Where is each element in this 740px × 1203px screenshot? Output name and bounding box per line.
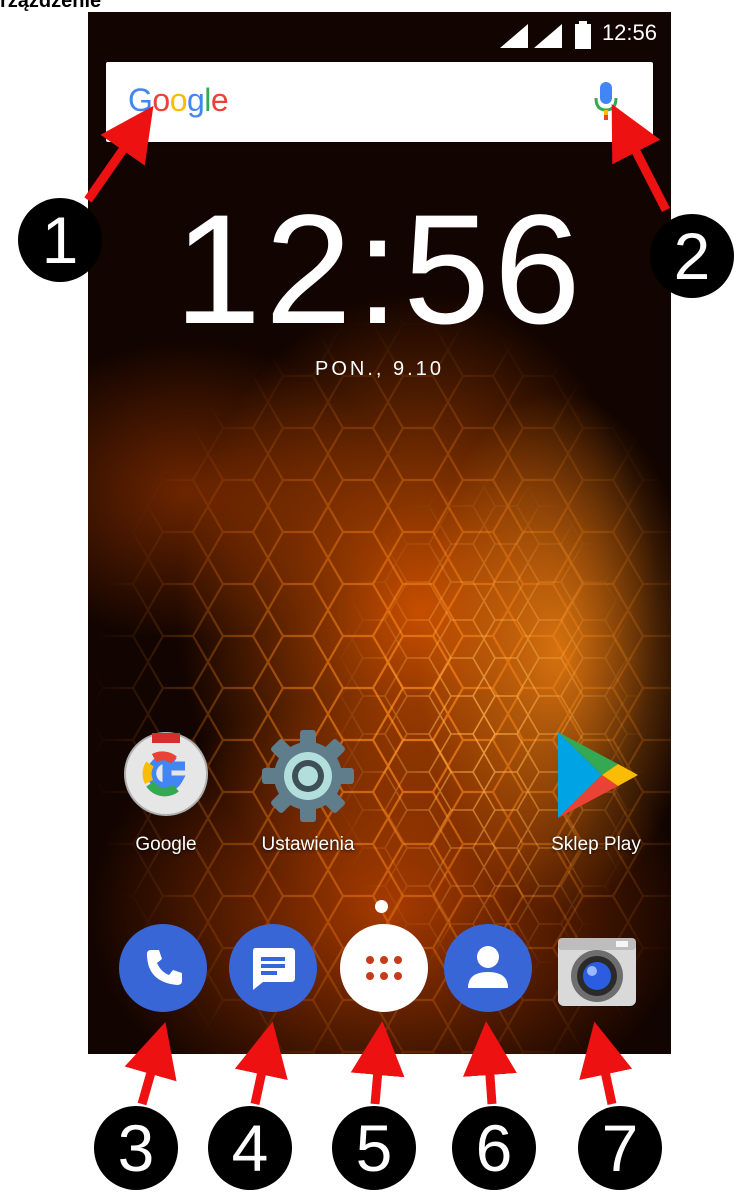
callout-badge-3: 3 <box>94 1106 178 1190</box>
callout-badge-1: 1 <box>18 198 102 282</box>
callout-badge-6: 6 <box>452 1106 536 1190</box>
callout-badge-7: 7 <box>578 1106 662 1190</box>
callout-badge-4: 4 <box>208 1106 292 1190</box>
callout-badge-2: 2 <box>650 214 734 298</box>
callout-arrows <box>84 103 671 1106</box>
callout-badge-5: 5 <box>332 1106 416 1190</box>
